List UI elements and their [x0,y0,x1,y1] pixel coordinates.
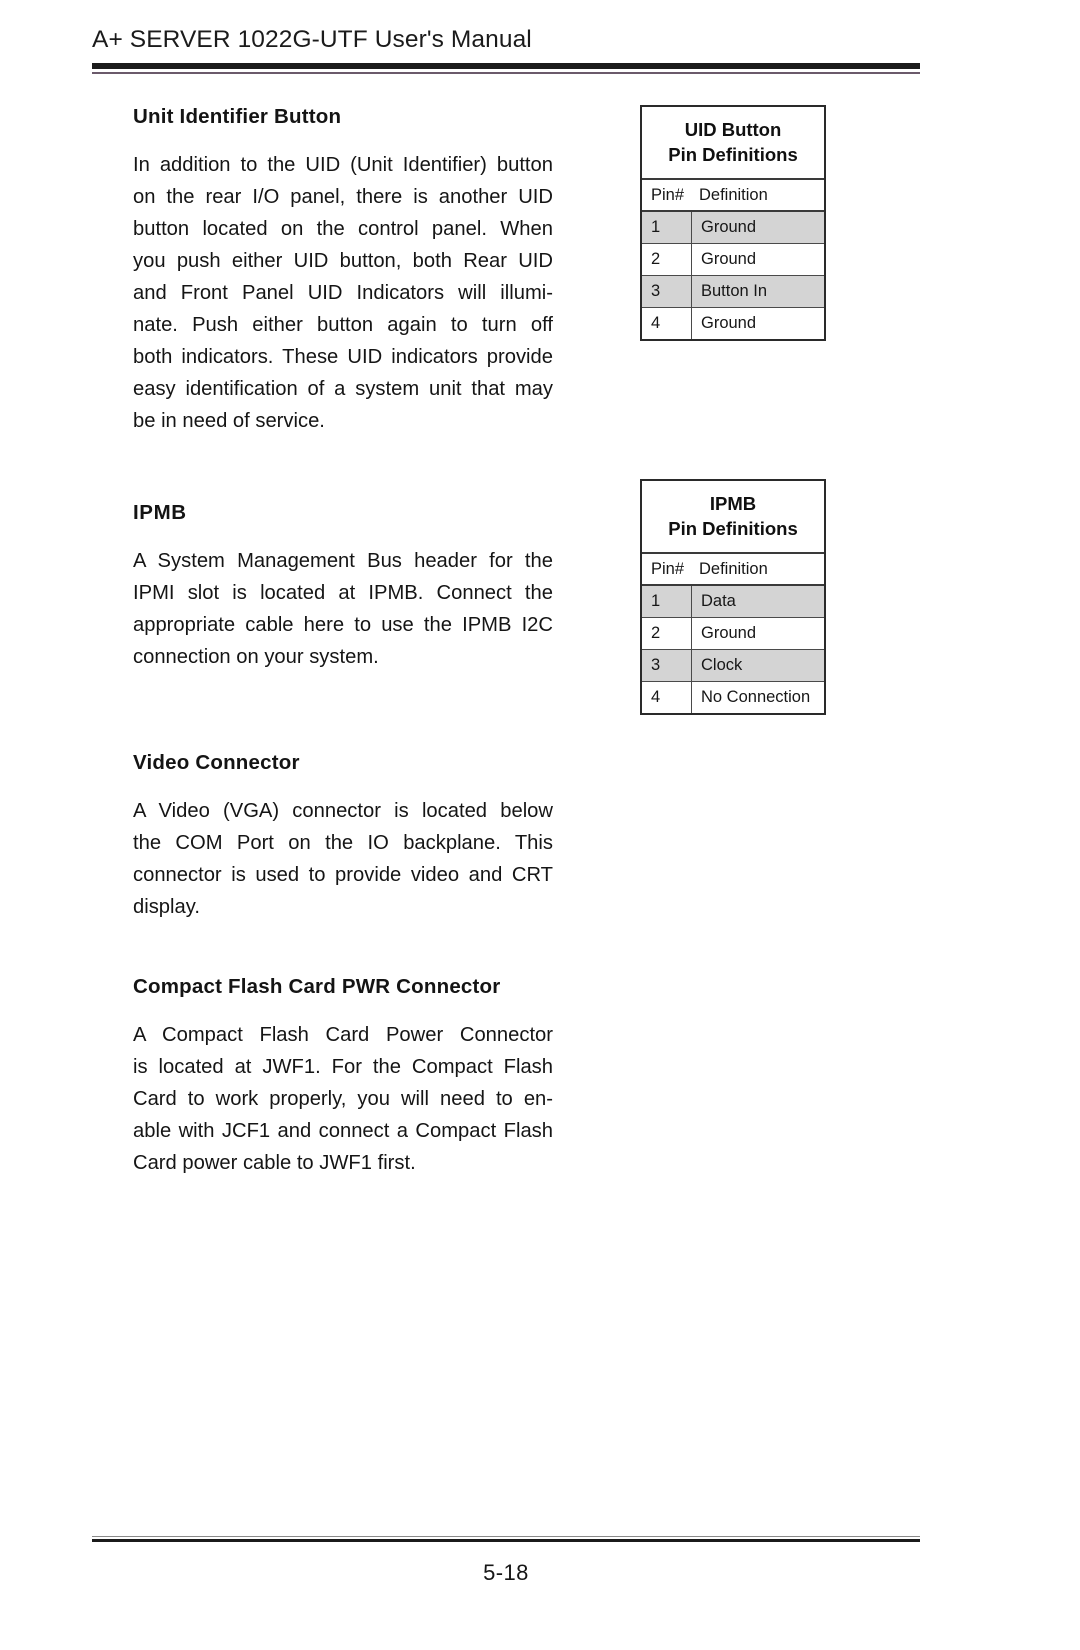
text-line: In addition to the UID (Unit Identifier)… [133,154,553,176]
text-line: the COM Port on the IO backplane. This [133,832,553,854]
text-line: Card power cable to JWF1 first. [133,1152,416,1174]
table-column-headers: Pin# Definition [642,180,824,212]
table-row: 4 No Connection [642,682,824,713]
cell-pin: 1 [642,586,692,617]
text-line: IPMI slot is located at IPMB. Connect th… [133,582,553,604]
section-heading: Unit Identifier Button [133,105,342,128]
ipmb-pin-definitions-table: IPMB Pin Definitions Pin# Definition 1 D… [640,479,826,715]
cell-definition: Clock [701,656,743,674]
cell-definition: Data [701,592,736,610]
cell-definition: Ground [701,314,757,332]
table-row: 3 Clock [642,650,824,682]
section-compact-flash-card-pwr-connector: Compact Flash Card PWR Connector A Compa… [133,975,553,1179]
text-line: button located on the control panel. Whe… [133,218,553,240]
section-body: A System Management Bus header for the I… [133,545,553,673]
cell-definition: Ground [701,250,757,268]
text-line: be in need of service. [133,410,325,432]
text-line: able with JCF1 and connect a Compact Fla… [133,1120,553,1142]
section-ipmb: IPMB A System Management Bus header for … [133,501,553,673]
page-content: Unit Identifier Button In addition to th… [0,0,1080,1650]
text-line: both indicators. These UID indicators pr… [133,346,553,368]
column-header-definition: Definition [699,186,768,204]
text-line: appropriate cable here to use the IPMB I… [133,614,553,636]
page-footer: 5-18 [92,1536,920,1586]
text-line: you push either UID button, both Rear UI… [133,250,553,272]
text-line: A Compact Flash Card Power Connector [133,1024,553,1046]
section-unit-identifier-button: Unit Identifier Button In addition to th… [133,105,553,437]
cell-pin: 2 [642,244,692,275]
cell-pin: 3 [642,276,692,307]
table-title-line1: UID Button [684,119,782,140]
cell-definition: Ground [701,624,757,642]
table-row: 2 Ground [642,244,824,276]
column-header-pin: Pin# [651,560,685,578]
table-title-line2: Pin Definitions [668,518,798,539]
text-column: Unit Identifier Button In addition to th… [133,105,553,1179]
cell-pin: 4 [642,308,692,339]
section-heading: IPMB [133,501,187,524]
text-line: A Video (VGA) connector is located below [133,800,553,822]
text-line: nate. Push either button again to turn o… [133,314,553,336]
cell-definition: Button In [701,282,768,300]
column-header-pin: Pin# [651,186,685,204]
section-heading: Compact Flash Card PWR Connector [133,975,501,998]
table-row: 3 Button In [642,276,824,308]
footer-rule-hairline [92,1536,920,1538]
text-line: connection on your system. [133,646,379,668]
section-video-connector: Video Connector A Video (VGA) connector … [133,751,553,923]
text-line: connector is used to provide video and C… [133,864,553,886]
text-line: display. [133,896,200,918]
section-body: A Compact Flash Card Power Connector is … [133,1019,553,1179]
column-header-definition: Definition [699,560,768,578]
table-column: UID Button Pin Definitions Pin# Definiti… [640,105,830,715]
cell-pin: 4 [642,682,692,713]
table-title: IPMB Pin Definitions [642,481,824,554]
table-title: UID Button Pin Definitions [642,107,824,180]
text-line: A System Management Bus header for the [133,550,553,572]
text-line: on the rear I/O panel, there is another … [133,186,553,208]
table-column-headers: Pin# Definition [642,554,824,586]
cell-definition: No Connection [701,688,811,706]
text-line: and Front Panel UID Indicators will illu… [133,282,553,304]
table-row: 4 Ground [642,308,824,339]
text-line: is located at JWF1. For the Compact Flas… [133,1056,553,1078]
cell-pin: 2 [642,618,692,649]
text-line: easy identification of a system unit tha… [133,378,553,400]
table-row: 2 Ground [642,618,824,650]
cell-definition: Ground [701,218,757,236]
table-title-line2: Pin Definitions [668,144,798,165]
footer-rule-thick [92,1539,920,1543]
section-heading: Video Connector [133,751,300,774]
table-row: 1 Data [642,586,824,618]
table-row: 1 Ground [642,212,824,244]
section-body: In addition to the UID (Unit Identifier)… [133,149,553,437]
page-number: 5-18 [483,1560,529,1586]
section-body: A Video (VGA) connector is located below… [133,795,553,923]
cell-pin: 3 [642,650,692,681]
text-line: Card to work properly, you will need to … [133,1088,553,1110]
uid-button-pin-definitions-table: UID Button Pin Definitions Pin# Definiti… [640,105,826,341]
cell-pin: 1 [642,212,692,243]
table-title-line1: IPMB [709,493,757,514]
